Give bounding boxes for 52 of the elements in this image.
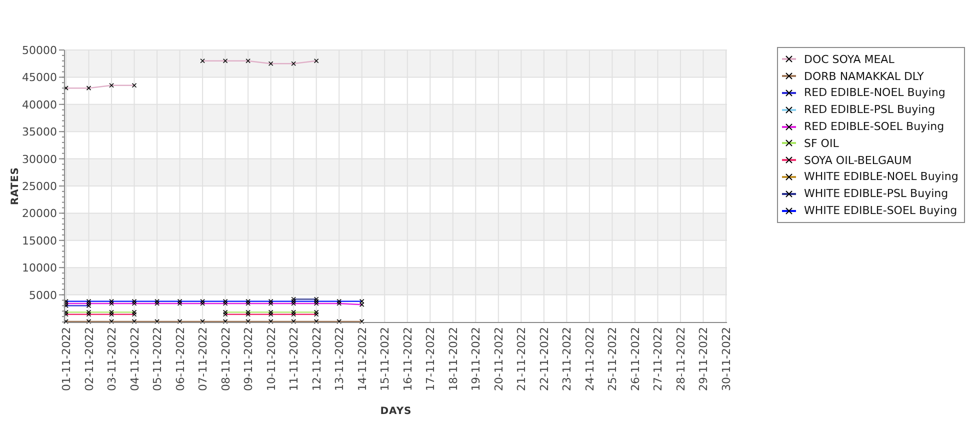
y-tick-label: 15000	[22, 234, 57, 248]
y-tick-label: 30000	[22, 152, 57, 166]
x-tick-label: 16-11-2022	[401, 327, 414, 391]
x-tick-label: 21-11-2022	[515, 327, 528, 391]
x-tick-label: 11-11-2022	[288, 327, 301, 391]
legend-label: SF OIL	[804, 136, 839, 150]
x-axis-title: DAYS	[380, 406, 412, 417]
y-tick-label: 50000	[22, 44, 57, 57]
x-tick-label: 15-11-2022	[378, 327, 392, 391]
legend-label: WHITE EDIBLE-PSL Buying	[804, 187, 948, 200]
x-tick-label: 26-11-2022	[628, 327, 642, 391]
y-tick-label: 25000	[22, 180, 57, 193]
y-tick-label: 35000	[22, 126, 57, 139]
x-tick-label: 25-11-2022	[606, 327, 620, 391]
x-tick-label: 22-11-2022	[538, 327, 551, 391]
y-tick-label: 10000	[22, 262, 57, 275]
x-tick-label: 05-11-2022	[151, 327, 164, 391]
x-tick-label: 12-11-2022	[310, 327, 324, 391]
legend-label: RED EDIBLE-PSL Buying	[804, 103, 936, 116]
x-tick-label: 19-11-2022	[470, 327, 483, 391]
x-tick-label: 01-11-2022	[60, 327, 73, 391]
x-tick-label: 08-11-2022	[219, 327, 232, 391]
x-tick-label: 20-11-2022	[492, 327, 506, 391]
x-tick-label: 02-11-2022	[82, 327, 96, 391]
x-tick-label: 13-11-2022	[333, 327, 346, 391]
x-tick-label: 17-11-2022	[424, 327, 438, 391]
legend-label: WHITE EDIBLE-NOEL Buying	[804, 170, 958, 184]
x-tick-label: 03-11-2022	[106, 327, 119, 391]
x-tick-label: 14-11-2022	[356, 327, 369, 391]
legend-label: RED EDIBLE-NOEL Buying	[804, 86, 946, 100]
y-tick-label: 20000	[22, 207, 57, 220]
x-tick-label: 28-11-2022	[674, 327, 688, 391]
legend-label: DOC SOYA MEAL	[804, 52, 894, 66]
x-tick-label: 24-11-2022	[583, 327, 596, 391]
x-tick-label: 04-11-2022	[128, 327, 142, 391]
legend-label: SOYA OIL-BELGAUM	[804, 154, 912, 167]
x-tick-label: 07-11-2022	[196, 327, 210, 391]
y-tick-label: 45000	[22, 71, 57, 84]
x-tick-label: 29-11-2022	[697, 327, 710, 391]
legend-label: WHITE EDIBLE-SOEL Buying	[804, 204, 958, 218]
y-tick-label: 5000	[29, 288, 57, 302]
x-tick-label: 30-11-2022	[720, 327, 733, 391]
x-tick-label: 27-11-2022	[652, 327, 665, 391]
x-tick-label: 23-11-2022	[560, 327, 574, 391]
legend-label: RED EDIBLE-SOEL Buying	[804, 120, 944, 134]
y-tick-label: 40000	[22, 98, 57, 112]
x-tick-label: 09-11-2022	[242, 327, 256, 391]
legend-label: DORB NAMAKKAL DLY	[804, 70, 924, 83]
x-tick-label: 18-11-2022	[446, 327, 460, 391]
x-tick-label: 10-11-2022	[264, 327, 278, 391]
y-axis-title: RATES	[10, 166, 21, 206]
x-tick-label: 06-11-2022	[174, 327, 187, 391]
